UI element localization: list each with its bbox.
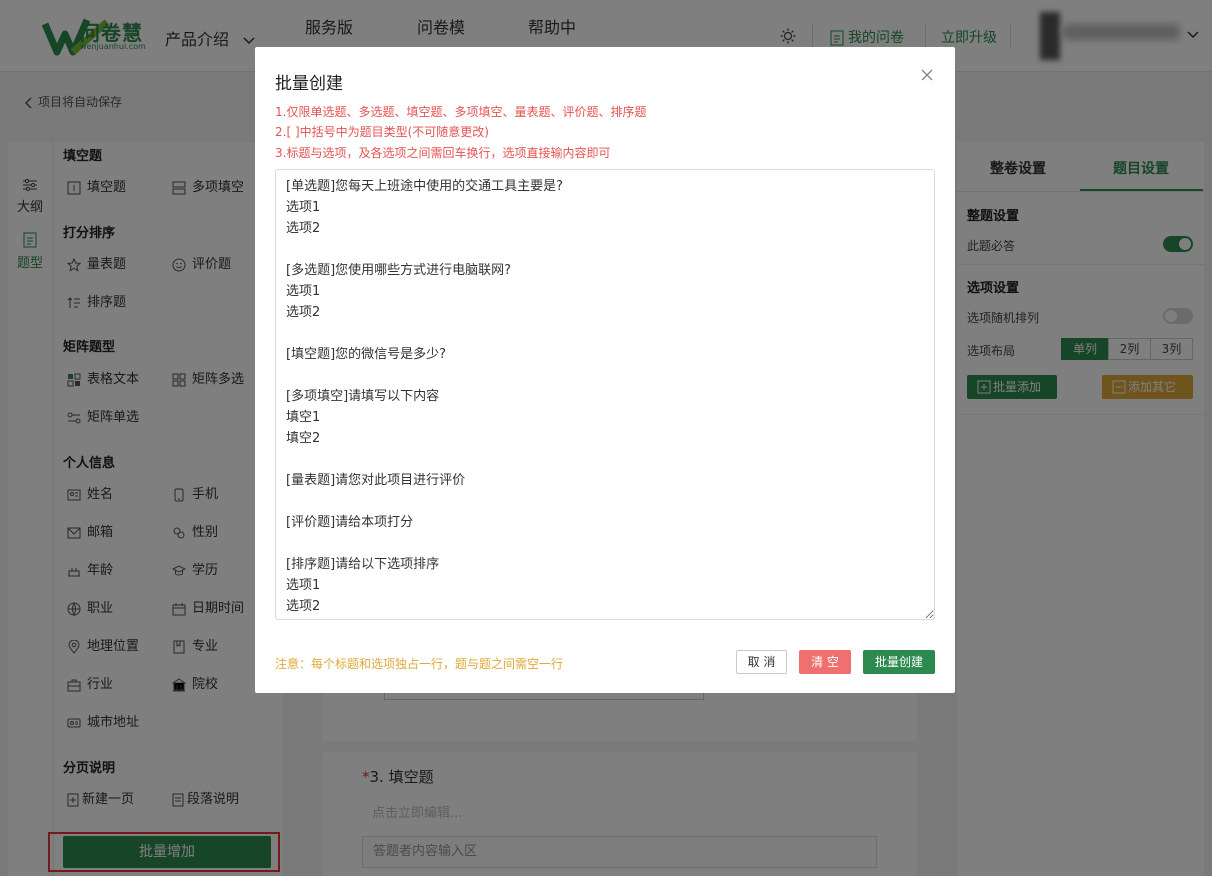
close-icon[interactable] [919,67,935,83]
batch-create-dialog: 批量创建 1.仅限单选题、多选题、填空题、多项填空、量表题、评价题、排序题 2.… [255,47,955,693]
rule-2: 2.[ ]中括号中为题目类型(不可随意更改) [275,125,489,139]
clear-button[interactable]: 清 空 [799,650,851,674]
batch-content-textarea[interactable] [275,169,935,620]
rule-3: 3.标题与选项，及各选项之间需回车换行，选项直接输内容即可 [275,146,611,160]
dialog-title: 批量创建 [275,74,343,94]
batch-create-button[interactable]: 批量创建 [863,650,935,674]
format-note: 注意：每个标题和选项独占一行，题与题之间需空一行 [275,657,564,671]
rule-1: 1.仅限单选题、多选题、填空题、多项填空、量表题、评价题、排序题 [275,105,647,119]
cancel-button[interactable]: 取 消 [736,650,787,674]
